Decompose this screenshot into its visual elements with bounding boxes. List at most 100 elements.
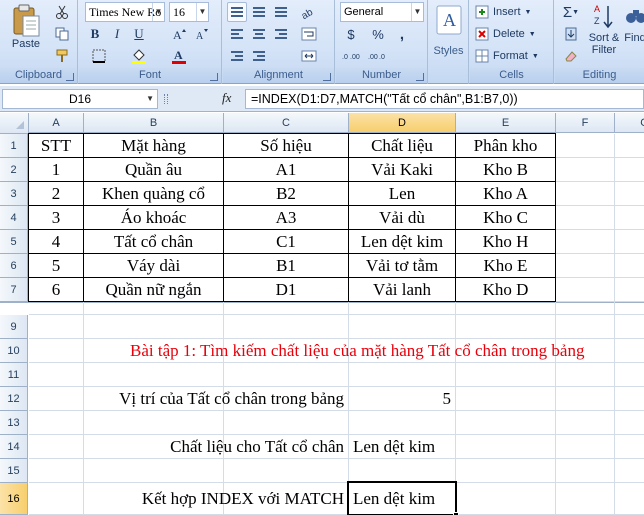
table-cell[interactable]: D1 [224,278,348,301]
align-center-button[interactable] [249,24,269,44]
table-cell[interactable]: Kho A [456,182,555,205]
chevron-down-icon[interactable]: ▼ [146,90,154,108]
chevron-down-icon[interactable]: ▼ [152,3,164,21]
name-box[interactable]: D16 ▼ [2,89,158,109]
row-header-6[interactable]: 6 [0,254,28,278]
align-top-button[interactable] [227,2,247,22]
align-bottom-button[interactable] [271,2,291,22]
combined-label-cell[interactable]: Kết hợp INDEX với MATCH [29,483,348,514]
find-select-button[interactable]: Find [621,2,644,44]
delete-cells-button[interactable]: Delete ▼ [474,24,550,44]
row-header-14[interactable]: 14 [0,435,28,459]
column-header-g[interactable]: G [615,113,644,133]
column-header-b[interactable]: B [84,113,224,133]
row-header-10[interactable]: 10 [0,339,28,363]
table-cell[interactable]: Len dệt kim [349,230,455,253]
material-value-cell[interactable]: Len dệt kim [349,435,455,458]
align-right-button[interactable] [271,24,291,44]
row-header-1[interactable]: 1 [0,134,28,158]
wrap-text-button[interactable] [297,24,321,44]
position-label-cell[interactable]: Vị trí của Tất cổ chân trong bảng [29,387,348,410]
table-cell[interactable]: Áo khoác [84,206,223,229]
currency-button[interactable]: $ [340,24,362,44]
copy-button[interactable] [52,24,72,44]
header-cell-material[interactable]: Chất liệu [349,134,455,157]
font-name-combo[interactable]: Times New Ro ▼ [85,2,165,22]
font-size-combo[interactable]: 16 ▼ [169,2,209,22]
grow-font-button[interactable]: A [169,24,189,44]
table-cell[interactable]: Vải lanh [349,278,455,301]
formula-input[interactable]: =INDEX(D1:D7,MATCH("Tất cổ chân",B1:B7,0… [245,89,644,109]
paste-button[interactable]: Paste [6,4,46,50]
format-cells-button[interactable]: Format ▼ [474,46,550,66]
exercise-title-cell[interactable]: Bài tập 1: Tìm kiếm chất liệu của mặt hà… [84,339,644,362]
table-cell[interactable]: 4 [29,230,83,253]
formula-bar-splitter[interactable] [164,94,168,104]
align-middle-button[interactable] [249,2,269,22]
header-cell-stt[interactable]: STT [29,134,83,157]
table-cell[interactable]: B2 [224,182,348,205]
table-cell[interactable]: Vải dù [349,206,455,229]
number-launcher-icon[interactable] [416,73,424,81]
row-header-16[interactable]: 16 [0,483,28,515]
format-painter-button[interactable] [52,46,72,66]
font-launcher-icon[interactable] [210,73,218,81]
borders-button[interactable] [85,46,113,66]
shrink-font-button[interactable]: A [191,24,211,44]
worksheet-grid[interactable]: ABCDEFG 123456791011121314151617 STT Mặt… [0,113,644,515]
row-header-5[interactable]: 5 [0,230,28,254]
clear-button[interactable] [557,46,585,66]
clipboard-launcher-icon[interactable] [66,73,74,81]
underline-button[interactable]: U [129,24,149,44]
column-header-f[interactable]: F [556,113,615,133]
bold-button[interactable]: B [85,24,105,44]
sort-filter-button[interactable]: AZ Sort & Filter [587,2,621,56]
table-cell[interactable]: Vải Kaki [349,158,455,181]
table-cell[interactable]: Kho C [456,206,555,229]
table-cell[interactable]: 3 [29,206,83,229]
table-cell[interactable]: 1 [29,158,83,181]
styles-button[interactable]: A [431,4,467,38]
table-cell[interactable]: B1 [224,254,348,277]
table-cell[interactable]: Len [349,182,455,205]
position-value-cell[interactable]: 5 [349,387,455,410]
material-label-cell[interactable]: Chất liệu cho Tất cổ chân [29,435,348,458]
column-header-d[interactable]: D [349,113,456,133]
header-cell-warehouse[interactable]: Phân kho [456,134,555,157]
table-cell[interactable]: Khen quàng cổ [84,182,223,205]
table-cell[interactable]: 2 [29,182,83,205]
column-header-e[interactable]: E [456,113,556,133]
select-all-corner[interactable] [0,113,29,134]
align-left-button[interactable] [227,24,247,44]
table-cell[interactable]: C1 [224,230,348,253]
fill-button[interactable] [557,24,585,44]
insert-function-icon[interactable]: fx [222,90,231,106]
active-cell-selection[interactable] [347,481,457,515]
increase-indent-button[interactable] [249,46,269,66]
table-cell[interactable]: 5 [29,254,83,277]
table-cell[interactable]: Tất cổ chân [84,230,223,253]
header-cell-code[interactable]: Số hiệu [224,134,348,157]
autosum-button[interactable]: Σ ▼ [557,2,585,22]
alignment-launcher-icon[interactable] [323,73,331,81]
table-cell[interactable]: Kho D [456,278,555,301]
row-header-2[interactable]: 2 [0,158,28,182]
orientation-button[interactable]: ab [297,2,321,22]
increase-decimal-button[interactable]: .0.00 [340,46,362,66]
decrease-indent-button[interactable] [227,46,247,66]
chevron-down-icon[interactable]: ▼ [196,3,208,21]
insert-cells-button[interactable]: Insert ▼ [474,2,550,22]
table-cell[interactable]: Váy dài [84,254,223,277]
table-cell[interactable]: Kho H [456,230,555,253]
table-cell[interactable]: Kho E [456,254,555,277]
italic-button[interactable]: I [107,24,127,44]
header-cell-item[interactable]: Mặt hàng [84,134,223,157]
row-header-11[interactable]: 11 [0,363,28,387]
row-header-7[interactable]: 7 [0,278,28,302]
table-cell[interactable]: Quần âu [84,158,223,181]
font-color-button[interactable]: A [165,46,193,66]
fill-color-button[interactable] [125,46,153,66]
comma-style-button[interactable]: , [392,24,412,44]
table-cell[interactable]: Quần nữ ngắn [84,278,223,301]
column-header-a[interactable]: A [29,113,84,133]
